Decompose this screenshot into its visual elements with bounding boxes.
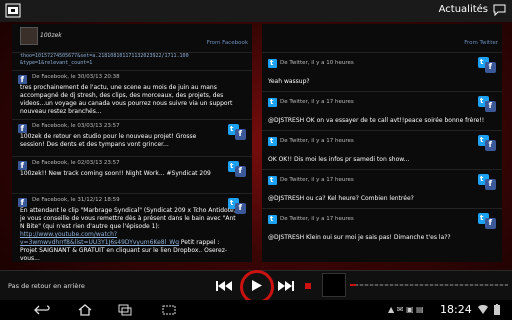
facebook-icon: f xyxy=(18,75,27,84)
list-item[interactable]: f De Facebook, le 02/03/13 23:57 tf 100z… xyxy=(12,157,252,194)
share-badge-icon[interactable]: tf xyxy=(478,135,496,151)
list-item[interactable]: t De Twitter, il y a 17 heures tf @DJSTR… xyxy=(262,92,502,131)
user-name: 100zek xyxy=(40,32,62,39)
facebook-icon: f xyxy=(18,161,27,170)
list-item[interactable]: f De Facebook, le 30/03/13 20:38 tres pr… xyxy=(12,71,252,120)
track-thumbnail xyxy=(322,273,346,297)
post-text: 100zek!! New track coming soon!! Night W… xyxy=(20,170,211,177)
screenshot-icon[interactable] xyxy=(162,305,176,315)
share-badge-icon[interactable]: tf xyxy=(478,213,496,229)
share-badge-icon[interactable]: tf xyxy=(228,124,246,140)
share-badge-icon[interactable]: tf xyxy=(478,174,496,190)
notification-icons[interactable]: ▲ ✉ ▣ ▤ xyxy=(388,305,424,314)
app-logo-icon[interactable] xyxy=(5,3,21,18)
stop-icon[interactable] xyxy=(305,283,311,289)
tweet-meta: De Twitter, il y a 17 heures xyxy=(280,99,354,105)
list-item[interactable]: t De Twitter, il y a 10 heures tf Yeah w… xyxy=(262,53,502,92)
facebook-icon: f xyxy=(18,198,27,207)
player-status: Pas de retour en arrière xyxy=(8,282,85,290)
tweet-meta: De Twitter, il y a 17 heures xyxy=(280,216,354,222)
tweet-text: Yeah wassup? xyxy=(268,78,310,85)
twitter-feed-panel[interactable]: From Twitter t De Twitter, il y a 10 heu… xyxy=(262,24,502,262)
post-meta: De Facebook, le 30/03/13 20:38 xyxy=(32,74,120,80)
previous-icon[interactable] xyxy=(216,281,232,291)
page-title: Actualités xyxy=(438,4,488,15)
tweet-text: @DJSTRESH OK on va essayer de te call av… xyxy=(268,117,485,124)
facebook-feed-panel[interactable]: 100zek From Facebook thoo=10157274505677… xyxy=(12,24,252,262)
post-text: tres prochainement de l'actu, une scene … xyxy=(20,84,233,115)
post-url-line-1[interactable]: thoo=10157274505677&set=a.21810810117113… xyxy=(12,53,252,60)
battery-icon xyxy=(494,304,500,315)
tweet-text: @DJSTRESH Klein oui sur moi je sais pas!… xyxy=(268,234,451,241)
twitter-icon: t xyxy=(268,98,277,107)
post-text-part: En attendant le clip "Marbrage Syndical"… xyxy=(20,207,238,230)
status-clock: 18:24 xyxy=(440,303,472,316)
play-button[interactable] xyxy=(240,270,274,304)
youtube-link[interactable]: http://www.youtube.com/watch?v=3wmwvdhrr… xyxy=(20,231,179,246)
tweet-meta: De Twitter, il y a 17 heures xyxy=(280,177,354,183)
twitter-icon: t xyxy=(268,176,277,185)
chat-icon[interactable] xyxy=(493,4,506,16)
facebook-icon: f xyxy=(18,124,27,133)
recent-apps-icon[interactable] xyxy=(118,304,132,316)
source-label: From Facebook xyxy=(206,40,248,46)
list-item[interactable]: t De Twitter, il y a 17 heures tf OK OK!… xyxy=(262,131,502,170)
home-icon[interactable] xyxy=(78,304,92,316)
twitter-icon: t xyxy=(268,59,277,68)
playback-progress[interactable] xyxy=(350,284,508,286)
tweet-meta: De Twitter, il y a 10 heures xyxy=(280,60,354,66)
avatar xyxy=(20,27,38,45)
share-badge-icon[interactable]: tf xyxy=(478,57,496,73)
back-icon[interactable] xyxy=(34,305,50,315)
list-item[interactable]: f De Facebook, le 03/03/13 23:57 tf 100z… xyxy=(12,120,252,157)
post-text: En attendant le clip "Marbrage Syndical"… xyxy=(20,207,238,262)
feed-header: From Twitter xyxy=(262,24,502,53)
next-icon[interactable] xyxy=(278,281,294,291)
list-item[interactable]: t De Twitter, il y a 17 heures tf @DJSTR… xyxy=(262,170,502,209)
twitter-icon: t xyxy=(268,137,277,146)
share-badge-icon[interactable]: tf xyxy=(228,198,246,214)
source-label: From Twitter xyxy=(464,40,498,46)
feed-header: 100zek From Facebook xyxy=(12,24,252,53)
post-url-line-2[interactable]: &type=1&relevant_count=1 xyxy=(12,60,252,71)
list-item[interactable]: f De Facebook, le 31/12/12 18:59 tf En a… xyxy=(12,194,252,262)
post-meta: De Facebook, le 03/03/13 23:57 xyxy=(32,123,120,129)
wifi-icon xyxy=(478,305,488,314)
list-item[interactable]: t De Twitter, il y a 17 heures tf @DJSTR… xyxy=(262,209,502,247)
share-badge-icon[interactable]: tf xyxy=(228,161,246,177)
post-meta: De Facebook, le 31/12/12 18:59 xyxy=(32,197,120,203)
system-nav-bar: ▲ ✉ ▣ ▤ 18:24 xyxy=(0,300,512,320)
tweet-meta: De Twitter, il y a 17 heures xyxy=(280,138,354,144)
tweet-text: @DJSTRESH ou ca? Kel heure? Combien lent… xyxy=(268,195,414,202)
twitter-icon: t xyxy=(268,215,277,224)
post-meta: De Facebook, le 02/03/13 23:57 xyxy=(32,160,120,166)
share-badge-icon[interactable]: tf xyxy=(478,96,496,112)
play-icon xyxy=(252,280,262,291)
post-text: 100zek de retour en studio pour le nouve… xyxy=(20,133,197,148)
tweet-text: OK OK!! Dis moi les infos pr samedi ton … xyxy=(268,156,410,163)
progress-fill xyxy=(350,284,357,286)
top-bar: Actualités xyxy=(0,0,512,22)
